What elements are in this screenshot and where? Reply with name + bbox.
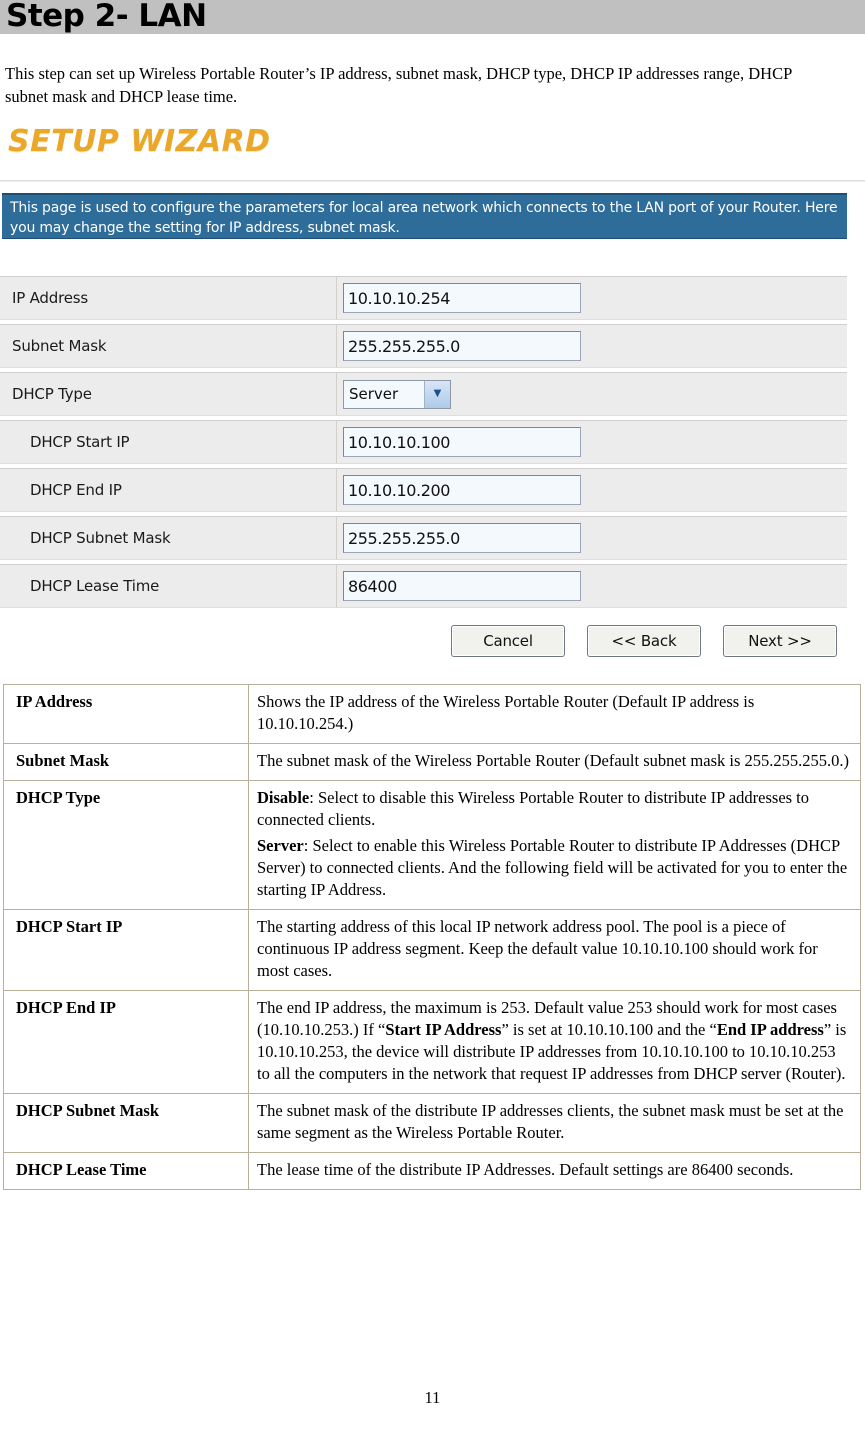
form-row: DHCP End IP 10.10.10.200 <box>0 468 847 512</box>
page-title: Step 2- LAN <box>6 0 207 34</box>
description-paragraph: The subnet mask of the Wireless Portable… <box>257 750 852 772</box>
description-paragraph: The lease time of the distribute IP Addr… <box>257 1159 852 1181</box>
emphasis-text: Start IP Address <box>385 1020 502 1039</box>
body-text: : Select to disable this Wireless Portab… <box>257 788 810 829</box>
field-term: Subnet Mask <box>3 743 249 781</box>
next-button[interactable]: Next >> <box>723 625 837 657</box>
form-field-value-cell: 10.10.10.100 <box>337 421 847 463</box>
field-term: IP Address <box>3 684 249 744</box>
body-text: The subnet mask of the Wireless Portable… <box>257 751 850 770</box>
setup-wizard-logo: SETUP WIZARD <box>8 124 271 159</box>
body-text: The starting address of this local IP ne… <box>257 917 818 980</box>
body-text: The subnet mask of the distribute IP add… <box>257 1101 844 1142</box>
form-field-value-cell: 255.255.255.0 <box>337 517 847 559</box>
description-paragraph: Shows the IP address of the Wireless Por… <box>257 691 852 735</box>
table-row: IP Address Shows the IP address of the Wi… <box>3 684 861 744</box>
cancel-button[interactable]: Cancel <box>451 625 565 657</box>
form-field-value-cell: Server ▼ <box>337 373 847 415</box>
field-description-table: IP Address Shows the IP address of the Wi… <box>3 684 861 1190</box>
body-text: Shows the IP address of the Wireless Por… <box>257 692 755 733</box>
table-row: DHCP Lease Time The lease time of the dis… <box>3 1152 861 1190</box>
lan-settings-form: IP Address 10.10.10.254 Subnet Mask 255.255… <box>0 276 847 612</box>
description-paragraph: The subnet mask of the distribute IP add… <box>257 1100 852 1144</box>
field-term: DHCP Lease Time <box>3 1152 249 1190</box>
form-field-label: IP Address <box>0 277 337 319</box>
table-row: DHCP End IP The end IP address, the maxim… <box>3 990 861 1094</box>
field-description: The subnet mask of the distribute IP add… <box>248 1093 861 1153</box>
subnet-mask-input[interactable]: 255.255.255.0 <box>343 331 581 361</box>
emphasis-text: End IP address <box>716 1020 824 1039</box>
emphasis-text: Disable <box>257 788 310 807</box>
chevron-down-icon[interactable]: ▼ <box>424 380 450 408</box>
field-description: The subnet mask of the Wireless Portable… <box>248 743 861 781</box>
form-field-label: DHCP Lease Time <box>0 565 337 607</box>
form-field-value-cell: 86400 <box>337 565 847 607</box>
info-banner-text: This page is used to configure the param… <box>10 200 838 236</box>
form-field-label: DHCP Subnet Mask <box>0 517 337 559</box>
dhcp-type-select[interactable]: Server ▼ <box>343 379 451 409</box>
dhcp-lease-time-input[interactable]: 86400 <box>343 571 581 601</box>
field-description: Disable: Select to disable this Wireless… <box>248 780 861 910</box>
field-term: DHCP Start IP <box>3 909 249 991</box>
table-row: DHCP Type Disable: Select to disable this… <box>3 780 861 910</box>
wizard-button-row: Cancel << Back Next >> <box>0 621 847 661</box>
table-row: DHCP Start IP The starting address of thi… <box>3 909 861 991</box>
field-term: DHCP Type <box>3 780 249 910</box>
form-row: DHCP Type Server ▼ <box>0 372 847 416</box>
form-field-value-cell: 10.10.10.254 <box>337 277 847 319</box>
intro-paragraph: This step can set up Wireless Portable R… <box>5 64 792 106</box>
body-text: : Select to enable this Wireless Portabl… <box>257 836 848 899</box>
form-field-value-cell: 10.10.10.200 <box>337 469 847 511</box>
field-description: Shows the IP address of the Wireless Por… <box>248 684 861 744</box>
field-term: DHCP Subnet Mask <box>3 1093 249 1153</box>
table-row: DHCP Subnet Mask The subnet mask of the d… <box>3 1093 861 1153</box>
back-button[interactable]: << Back <box>587 625 701 657</box>
body-text: The lease time of the distribute IP Addr… <box>257 1160 794 1179</box>
dhcp-subnet-mask-input[interactable]: 255.255.255.0 <box>343 523 581 553</box>
description-paragraph: Disable: Select to disable this Wireless… <box>257 787 852 831</box>
field-description: The starting address of this local IP ne… <box>248 909 861 991</box>
emphasis-text: Server <box>257 836 304 855</box>
form-field-label: DHCP Type <box>0 373 337 415</box>
body-text: ” is set at 10.10.10.100 and the “ <box>501 1020 717 1039</box>
dhcp-start-ip-input[interactable]: 10.10.10.100 <box>343 427 581 457</box>
ip-address-input[interactable]: 10.10.10.254 <box>343 283 581 313</box>
field-description: The end IP address, the maximum is 253. … <box>248 990 861 1094</box>
field-description: The lease time of the distribute IP Addr… <box>248 1152 861 1190</box>
form-row: Subnet Mask 255.255.255.0 <box>0 324 847 368</box>
form-row: DHCP Subnet Mask 255.255.255.0 <box>0 516 847 560</box>
description-paragraph: The end IP address, the maximum is 253. … <box>257 997 852 1085</box>
form-row: DHCP Lease Time 86400 <box>0 564 847 608</box>
form-row: IP Address 10.10.10.254 <box>0 276 847 320</box>
form-field-value-cell: 255.255.255.0 <box>337 325 847 367</box>
page-number: 11 <box>424 1388 441 1407</box>
description-paragraph: The starting address of this local IP ne… <box>257 916 852 982</box>
description-paragraph: Server: Select to enable this Wireless P… <box>257 835 852 901</box>
form-row: DHCP Start IP 10.10.10.100 <box>0 420 847 464</box>
form-field-label: DHCP End IP <box>0 469 337 511</box>
form-field-label: Subnet Mask <box>0 325 337 367</box>
info-banner: This page is used to configure the param… <box>2 193 847 239</box>
dhcp-type-selected-value: Server <box>349 385 399 403</box>
table-row: Subnet Mask The subnet mask of the Wirele… <box>3 743 861 781</box>
form-field-label: DHCP Start IP <box>0 421 337 463</box>
page-heading-band: Step 2- LAN <box>0 0 865 34</box>
field-term: DHCP End IP <box>3 990 249 1094</box>
dhcp-end-ip-input[interactable]: 10.10.10.200 <box>343 475 581 505</box>
panel-divider <box>0 180 865 182</box>
router-config-panel: SETUP WIZARD This page is used to config… <box>0 118 865 663</box>
